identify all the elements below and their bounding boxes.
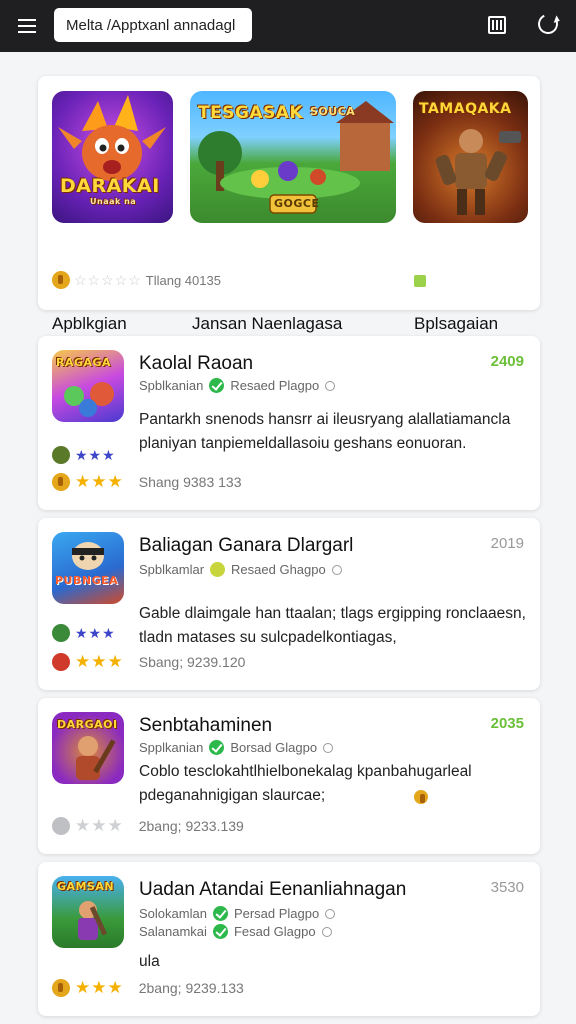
- app-title[interactable]: Uadan Atandai Eenanliahnagan: [139, 879, 406, 901]
- publisher-name: Spplkanian: [139, 740, 204, 755]
- app-description: Coblo tesclokahtlhielbonekalag kpanbahug…: [139, 763, 472, 804]
- publisher-name: Spblkanian: [139, 378, 204, 393]
- app-list-item[interactable]: DARGAOI Senbtahaminen 2035 Spplkanian Bo…: [38, 698, 540, 854]
- ninja-character-icon: [72, 542, 104, 570]
- rating-text: 2bang; 9233.139: [138, 818, 244, 834]
- app-description: ula: [139, 953, 160, 970]
- rating-row: ★★★ 2bang; 9233.139: [52, 816, 244, 836]
- book-icon[interactable]: [488, 16, 506, 34]
- art-logo-text: TAMAQAKA: [419, 101, 512, 117]
- art-logo-text: SOUCA: [310, 105, 356, 118]
- coin-icon: [52, 271, 70, 289]
- app-icon[interactable]: DARGAOI: [52, 712, 124, 784]
- app-title[interactable]: Baliagan Ganara Dlargarl: [139, 535, 353, 557]
- rating-row: ★★★ Shang 9383 133: [52, 472, 242, 492]
- rating-row: ★★★ Sbang; 9239.120: [52, 652, 245, 672]
- art-logo-text: DARAKAI: [60, 175, 160, 197]
- featured-app-image[interactable]: DARAKAI Unaak na: [52, 91, 173, 223]
- smiley-icon: [210, 562, 226, 577]
- category-rating-row: ★★★: [52, 446, 116, 464]
- featured-app-image[interactable]: TESGASAK SOUCA GOGCE: [190, 91, 396, 223]
- verified-check-icon: [212, 906, 228, 921]
- coin-icon: [52, 473, 70, 491]
- browser-toolbar: Melta /Apptxanl annadagl: [0, 0, 576, 52]
- art-logo-subtext: GOGCE: [274, 197, 320, 210]
- info-icon: [325, 380, 336, 391]
- hamburger-menu-icon[interactable]: [16, 15, 38, 37]
- developer-name: Borsad Glagpo: [230, 740, 318, 755]
- featured-app-title[interactable]: Jansan Naenlagasa: [192, 314, 342, 334]
- art-logo-text: TESGASAK: [198, 103, 304, 123]
- developer-name: Persad Plagpo: [233, 906, 320, 921]
- category-icon: [52, 624, 70, 642]
- app-icon[interactable]: PUBNGEA: [52, 532, 124, 604]
- info-icon: [331, 564, 342, 575]
- app-list-item[interactable]: GAMSAN Uadan Atandai Eenanliahnagan 3530…: [38, 862, 540, 1016]
- art-logo-subtext: Unaak na: [90, 197, 137, 206]
- app-year: 2019: [490, 535, 524, 552]
- star-rating-icon: ★★★: [75, 624, 116, 641]
- address-bar[interactable]: Melta /Apptxanl annadagl: [54, 8, 252, 42]
- rating-row: ★★★ 2bang; 9239.133: [52, 978, 244, 998]
- rating-text: Sbang; 9239.120: [138, 654, 246, 670]
- app-title[interactable]: Senbtahaminen: [139, 715, 272, 737]
- category-rating-row: ★★★: [52, 624, 116, 642]
- star-rating-icon: ★★★: [75, 816, 124, 835]
- verified-check-icon: [209, 378, 225, 393]
- status-badge-icon: [414, 275, 426, 287]
- coin-icon: [414, 790, 428, 809]
- featured-app-image[interactable]: TAMAQAKA: [413, 91, 528, 223]
- app-year: 2035: [490, 715, 524, 732]
- check-circle-icon: [52, 817, 70, 835]
- app-title[interactable]: Kaolal Raoan: [139, 353, 253, 375]
- verified-check-icon: [212, 924, 228, 939]
- info-icon: [321, 926, 332, 937]
- rating-text: 2bang; 9239.133: [138, 980, 244, 996]
- rating-text: Shang 9383 133: [138, 474, 242, 490]
- star-rating-icon: ☆☆☆☆☆: [74, 271, 142, 288]
- publisher-name: Spblkamlar: [139, 562, 205, 577]
- app-year: 2409: [490, 353, 524, 370]
- publisher-line: Solokamlan Persad Plagpo: [139, 906, 336, 921]
- publisher-line: Salanamkai Fesad Glagpo: [139, 924, 332, 939]
- info-icon: [323, 742, 334, 753]
- developer-name: Resaed Plagpo: [230, 378, 320, 393]
- verified-check-icon: [209, 740, 225, 755]
- category-icon: [52, 446, 70, 464]
- publisher-name: Solokamlan: [139, 906, 207, 921]
- art-logo-text: DARGAOI: [57, 718, 118, 731]
- star-rating-icon: ★★★: [75, 446, 116, 463]
- star-rating-icon: ★★★: [75, 652, 124, 671]
- app-description: Gable dlaimgale han ttaalan; tlags ergip…: [139, 605, 526, 646]
- coin-icon: [52, 979, 70, 997]
- featured-app-title[interactable]: Apblkgian: [52, 314, 127, 334]
- publisher-line: Spblkamlar Resaed Ghagpo: [139, 562, 342, 577]
- developer-name: Resaed Ghagpo: [231, 562, 326, 577]
- info-icon: [325, 908, 336, 919]
- rating-text: Tllang 40135: [145, 272, 221, 288]
- art-logo-text: GAMSAN: [57, 880, 115, 893]
- publisher-name: Salanamkai: [139, 924, 207, 939]
- art-logo-text: RAGAGA: [56, 356, 112, 369]
- app-list-item[interactable]: PUBNGEA Baliagan Ganara Dlargarl 2019 Sp…: [38, 518, 540, 690]
- app-icon[interactable]: GAMSAN: [52, 876, 124, 948]
- reload-icon[interactable]: [535, 11, 561, 37]
- publisher-line: Spplkanian Borsad Glagpo: [139, 740, 334, 755]
- publisher-line: Spblkanian Resaed Plagpo: [139, 378, 336, 393]
- developer-name: Fesad Glagpo: [233, 924, 316, 939]
- app-description: Pantarkh snenods hansrr ai ileusryang al…: [139, 411, 511, 452]
- star-rating-icon: ★★★: [75, 472, 124, 491]
- art-logo-text: PUBNGEA: [55, 574, 119, 587]
- star-rating-icon: ★★★: [75, 978, 124, 997]
- app-icon[interactable]: RAGAGA: [52, 350, 124, 422]
- app-list-item[interactable]: RAGAGA Kaolal Raoan 2409 Spblkanian Resa…: [38, 336, 540, 510]
- category-icon: [52, 653, 70, 671]
- app-year: 3530: [490, 879, 524, 896]
- featured-app-title[interactable]: Bplsagaian: [414, 314, 498, 334]
- featured-rating: ☆☆☆☆☆ Tllang 40135: [52, 271, 221, 289]
